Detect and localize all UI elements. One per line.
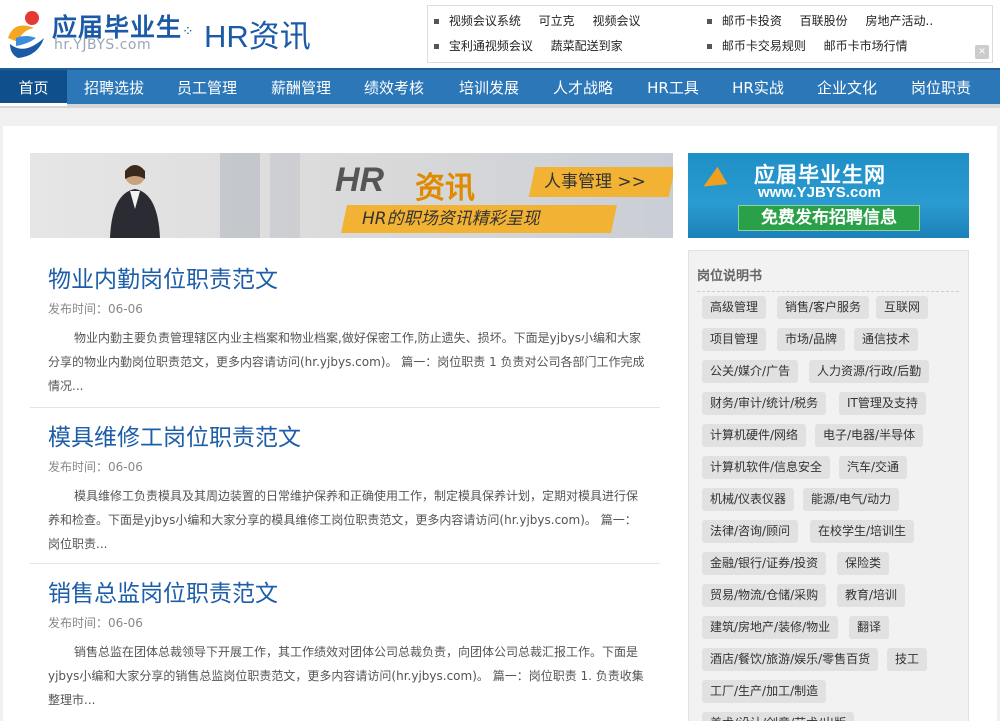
section-title[interactable]: HR资讯 bbox=[204, 11, 311, 56]
job-category-tag[interactable]: 建筑/房地产/装修/物业 bbox=[702, 616, 839, 639]
bullet-icon bbox=[707, 44, 712, 49]
ad-link[interactable]: 宝利通视频会议 bbox=[449, 39, 533, 53]
panel-title: 岗位说明书 bbox=[697, 269, 763, 284]
ad-row: 邮币卡交易规则 邮币卡市场行情 bbox=[707, 34, 947, 59]
nav-item-hr-tools[interactable]: HR工具 bbox=[633, 70, 713, 106]
nav-item-salary[interactable]: 薪酬管理 bbox=[257, 70, 345, 106]
job-category-tag[interactable]: 项目管理 bbox=[702, 328, 767, 351]
job-category-tag[interactable]: 翻译 bbox=[849, 616, 890, 639]
ad-link[interactable]: 视频会议 bbox=[593, 14, 641, 28]
ad-column-right: 邮币卡投资 百联股份 房地产活动.. 邮币卡交易规则 邮币卡市场行情 bbox=[707, 9, 947, 59]
job-category-tag[interactable]: 通信技术 bbox=[854, 328, 919, 351]
job-category-tag[interactable]: 市场/品牌 bbox=[777, 328, 846, 351]
job-category-tag[interactable]: 技工 bbox=[887, 648, 928, 671]
article-date: 发布时间：06-06 bbox=[48, 460, 143, 474]
nav-item-employee[interactable]: 员工管理 bbox=[163, 70, 251, 106]
ad-link[interactable]: 蔬菜配送到家 bbox=[551, 39, 623, 53]
ad-link[interactable]: 邮币卡投资 bbox=[722, 14, 782, 28]
job-category-tag[interactable]: 汽车/交通 bbox=[839, 456, 908, 479]
banner-hr-text: HR bbox=[335, 161, 385, 199]
article-title-link[interactable]: 模具维修工岗位职责范文 bbox=[48, 418, 301, 452]
ad-row: 视频会议系统 可立克 视频会议 bbox=[434, 9, 655, 34]
bullet-icon bbox=[434, 19, 439, 24]
job-category-tag[interactable]: 计算机软件/信息安全 bbox=[702, 456, 831, 479]
job-category-tag[interactable]: 法律/咨询/顾问 bbox=[702, 520, 799, 543]
nav-item-recruitment[interactable]: 招聘选拔 bbox=[71, 70, 157, 106]
nav-item-performance[interactable]: 绩效考核 bbox=[350, 70, 438, 106]
nav-item-home[interactable]: 首页 bbox=[0, 70, 67, 106]
article-title-link[interactable]: 销售总监岗位职责范文 bbox=[48, 574, 278, 608]
job-category-tag[interactable]: 计算机硬件/网络 bbox=[702, 424, 807, 447]
job-category-tag[interactable]: 酒店/餐饮/旅游/娱乐/零售百货 bbox=[702, 648, 879, 671]
banner-tagline: HR的职场资讯精彩呈现 bbox=[341, 205, 617, 233]
list-item: 销售总监岗位职责范文 发布时间：06-06 销售总监在团体总裁领导下开展工作，其… bbox=[30, 564, 660, 721]
ad-close-icon[interactable]: ✕ bbox=[975, 45, 989, 59]
banner-tag-label: 人事管理 >> bbox=[544, 172, 646, 192]
site-header: 应届毕业生 hr.YJBYS.com ⁘ HR资讯 视频会议系统 可立克 视频会… bbox=[0, 0, 1000, 68]
logo-domain: hr.YJBYS.com bbox=[54, 37, 152, 53]
job-category-tag[interactable]: 在校学生/培训生 bbox=[810, 520, 915, 543]
divider bbox=[697, 291, 959, 292]
job-category-tag[interactable]: 电子/电器/半导体 bbox=[815, 424, 924, 447]
ad-column-left: 视频会议系统 可立克 视频会议 宝利通视频会议 蔬菜配送到家 bbox=[434, 9, 655, 59]
job-category-tag[interactable]: 财务/审计/统计/税务 bbox=[702, 392, 827, 415]
main-nav: 首页 招聘选拔 员工管理 薪酬管理 绩效考核 培训发展 人才战略 HR工具 HR… bbox=[0, 68, 1000, 108]
job-category-tag[interactable]: 公关/媒介/广告 bbox=[702, 360, 799, 383]
banner-decoration bbox=[220, 153, 260, 238]
article-date: 发布时间：06-06 bbox=[48, 302, 143, 316]
ad-link[interactable]: 可立克 bbox=[539, 14, 575, 28]
job-category-tag[interactable]: 工厂/生产/加工/制造 bbox=[702, 680, 827, 703]
ad-link[interactable]: 视频会议系统 bbox=[449, 14, 521, 28]
nav-item-job-duties[interactable]: 岗位职责 bbox=[897, 70, 985, 106]
hr-news-banner[interactable]: HR 资讯 人事管理 >> HR的职场资讯精彩呈现 bbox=[30, 153, 673, 238]
job-category-tag[interactable]: IT管理及支持 bbox=[839, 392, 926, 415]
free-post-job-button[interactable]: 免费发布招聘信息 bbox=[738, 205, 920, 231]
nav-item-hr-practice[interactable]: HR实战 bbox=[718, 70, 798, 106]
job-category-tag[interactable]: 机械/仪表仪器 bbox=[702, 488, 795, 511]
job-category-tag[interactable]: 高级管理 bbox=[702, 296, 767, 319]
nav-item-training[interactable]: 培训发展 bbox=[445, 70, 533, 106]
ad-link[interactable]: 邮币卡市场行情 bbox=[824, 39, 908, 53]
ad-links-box: 视频会议系统 可立克 视频会议 宝利通视频会议 蔬菜配送到家 邮币卡投资 百联股… bbox=[427, 5, 993, 63]
ad-row: 邮币卡投资 百联股份 房地产活动.. bbox=[707, 9, 947, 34]
logo-icon[interactable] bbox=[4, 8, 50, 60]
arrow-icon bbox=[698, 166, 728, 196]
ad-link[interactable]: 房地产活动.. bbox=[866, 14, 934, 28]
job-category-tag[interactable]: 金融/银行/证券/投资 bbox=[702, 552, 827, 575]
job-category-tag[interactable]: 教育/培训 bbox=[837, 584, 906, 607]
job-category-tag[interactable]: 人力资源/行政/后勤 bbox=[809, 360, 930, 383]
list-item: 模具维修工岗位职责范文 发布时间：06-06 模具维修工负责模具及其周边装置的日… bbox=[30, 408, 660, 564]
logo-separator: ⁘ bbox=[182, 24, 194, 40]
ad-row: 宝利通视频会议 蔬菜配送到家 bbox=[434, 34, 655, 59]
bullet-icon bbox=[707, 19, 712, 24]
banner-tag-personnel: 人事管理 >> bbox=[528, 167, 673, 197]
nav-item-culture[interactable]: 企业文化 bbox=[803, 70, 891, 106]
article-title-link[interactable]: 物业内勤岗位职责范文 bbox=[48, 260, 278, 294]
job-category-tag[interactable]: 保险类 bbox=[837, 552, 890, 575]
job-category-tag[interactable]: 能源/电气/动力 bbox=[803, 488, 900, 511]
job-category-tag[interactable]: 贸易/物流/仓储/采购 bbox=[702, 584, 827, 607]
banner-decoration bbox=[270, 153, 300, 238]
banner-tagline-text: HR的职场资讯精彩呈现 bbox=[362, 209, 540, 229]
promo-site-url: www.YJBYS.com bbox=[758, 184, 881, 201]
businesswoman-image bbox=[110, 165, 160, 238]
list-item: 物业内勤岗位职责范文 发布时间：06-06 物业内勤主要负责管理辖区内业主档案和… bbox=[30, 250, 660, 408]
article-date: 发布时间：06-06 bbox=[48, 616, 143, 630]
job-category-tag[interactable]: 美术/设计/创意/艺术/出版 bbox=[702, 712, 855, 721]
article-summary: 销售总监在团体总裁领导下开展工作，其工作绩效对团体公司总裁负责，向团体公司总裁汇… bbox=[48, 645, 644, 707]
article-summary: 模具维修工负责模具及其周边装置的日常维护保养和正确使用工作，制定模具保养计划，定… bbox=[48, 489, 639, 551]
bullet-icon bbox=[434, 44, 439, 49]
yjbys-promo-banner[interactable]: 应届毕业生网 www.YJBYS.com 免费发布招聘信息 bbox=[688, 153, 969, 238]
ad-link[interactable]: 百联股份 bbox=[800, 14, 848, 28]
banner-news-text: 资讯 bbox=[415, 171, 475, 206]
ad-link[interactable]: 邮币卡交易规则 bbox=[722, 39, 806, 53]
nav-item-talent[interactable]: 人才战略 bbox=[539, 70, 627, 106]
job-category-tag[interactable]: 互联网 bbox=[876, 296, 929, 319]
job-description-panel: 岗位说明书 高级管理 销售/客户服务 互联网 项目管理 市场/品牌 通信技术 公… bbox=[688, 250, 969, 721]
article-summary: 物业内勤主要负责管理辖区内业主档案和物业档案,做好保密工作,防止遗失、损坏。下面… bbox=[48, 331, 645, 393]
job-category-tag[interactable]: 销售/客户服务 bbox=[777, 296, 870, 319]
